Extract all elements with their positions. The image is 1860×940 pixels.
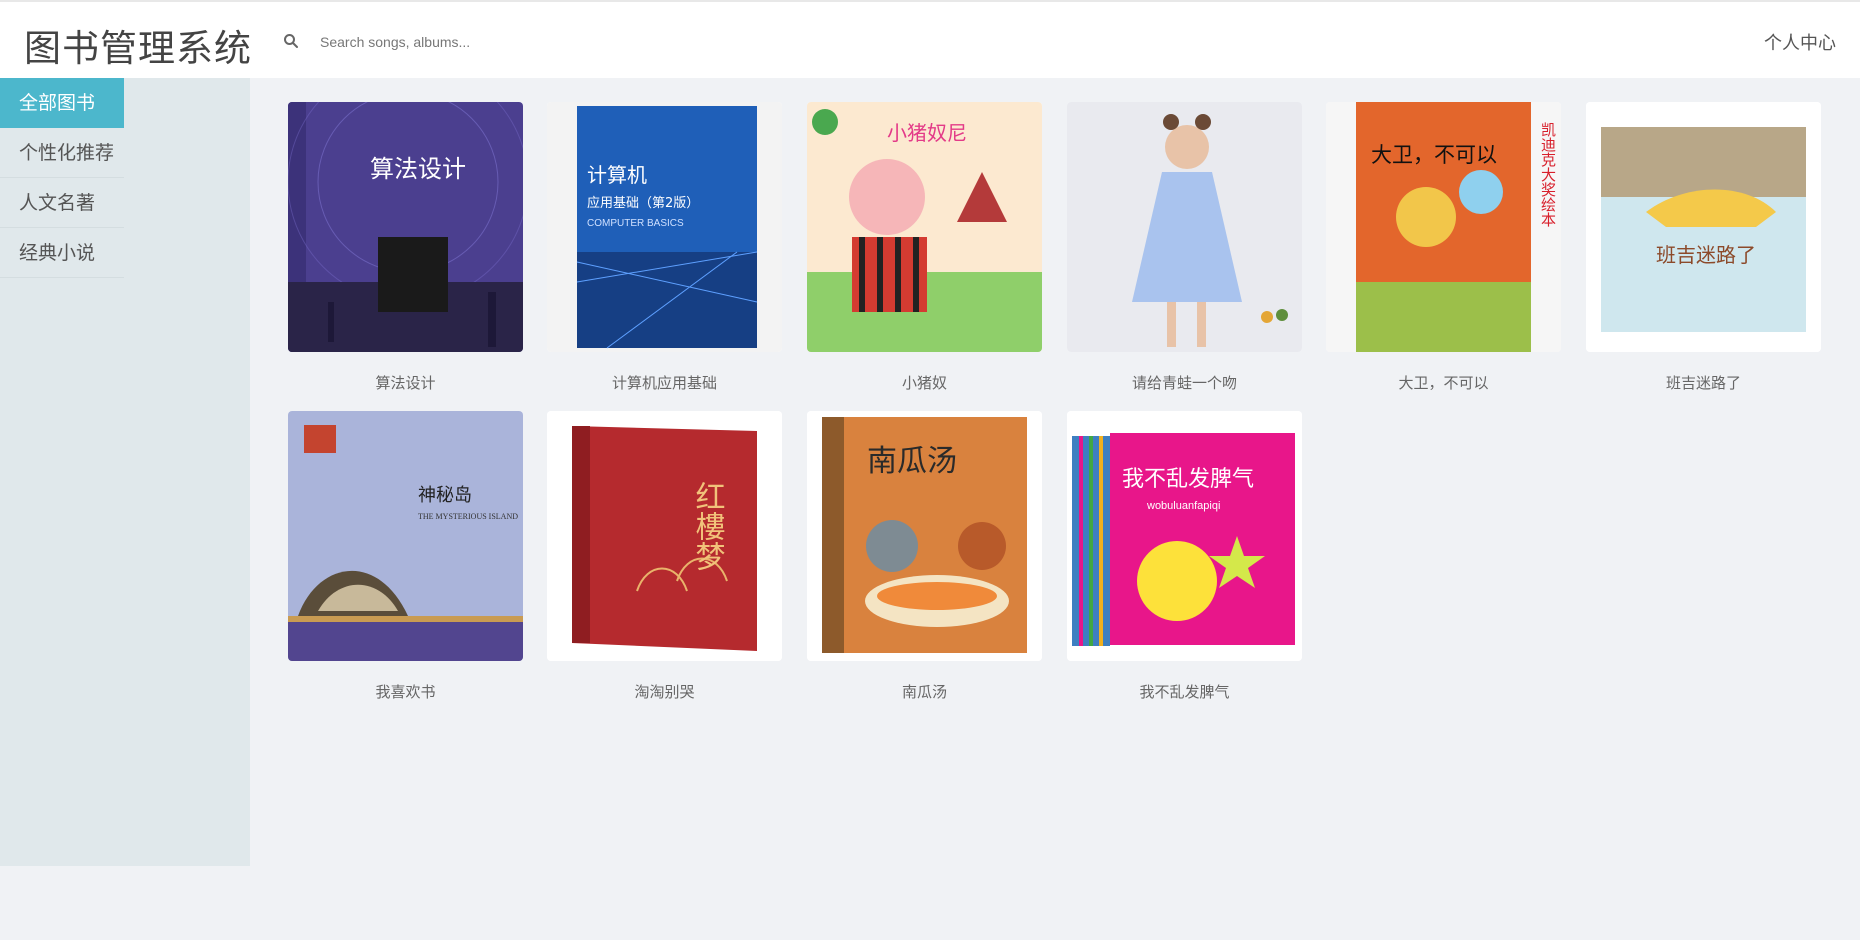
book-title[interactable]: 小猪奴 bbox=[807, 372, 1042, 393]
book-card[interactable]: 小猪奴尼 小猪奴 bbox=[807, 102, 1042, 393]
book-card[interactable]: 神秘岛 THE MYSTERIOUS ISLAND 我喜欢书 bbox=[288, 411, 523, 702]
cover-title: 小猪奴尼 bbox=[887, 121, 967, 145]
app-title: 图书管理系统 bbox=[24, 27, 252, 70]
book-title[interactable]: 班吉迷路了 bbox=[1586, 372, 1821, 393]
book-card[interactable]: 计算机 应用基础（第2版） COMPUTER BASICS 计算机应用基础 bbox=[547, 102, 782, 393]
book-cover-art: 计算机 应用基础（第2版） COMPUTER BASICS bbox=[547, 102, 782, 352]
book-cover[interactable]: 神秘岛 THE MYSTERIOUS ISLAND bbox=[288, 411, 523, 661]
book-cover[interactable]: 大卫，不可以 凯迪克大奖绘本 bbox=[1326, 102, 1561, 352]
cover-title: 神秘岛 bbox=[418, 485, 472, 506]
book-cover-art: 大卫，不可以 凯迪克大奖绘本 bbox=[1326, 102, 1561, 352]
book-title[interactable]: 请给青蛙一个吻 bbox=[1067, 372, 1302, 393]
cover-title: 红樓梦 bbox=[690, 481, 726, 571]
sidebar-item-recommend[interactable]: 个性化推荐 bbox=[0, 128, 124, 178]
book-cover-art: 算法设计 bbox=[288, 102, 523, 352]
book-cover-art: 神秘岛 THE MYSTERIOUS ISLAND bbox=[288, 411, 523, 661]
book-card[interactable]: 南瓜汤 南瓜汤 bbox=[807, 411, 1042, 702]
cover-title: 计算机 bbox=[587, 163, 647, 187]
book-title[interactable]: 淘淘别哭 bbox=[547, 681, 782, 702]
book-title[interactable]: 我喜欢书 bbox=[288, 681, 523, 702]
book-card[interactable]: 班吉迷路了 班吉迷路了 bbox=[1586, 102, 1821, 393]
sidebar-item-classic-novels[interactable]: 经典小说 bbox=[0, 228, 124, 278]
book-card[interactable]: 请给青蛙一个吻 bbox=[1067, 102, 1302, 393]
sidebar-item-humanities[interactable]: 人文名著 bbox=[0, 178, 124, 228]
book-cover[interactable]: 计算机 应用基础（第2版） COMPUTER BASICS bbox=[547, 102, 782, 352]
sidebar: 全部图书 个性化推荐 人文名著 经典小说 bbox=[0, 78, 250, 866]
book-title[interactable]: 南瓜汤 bbox=[807, 681, 1042, 702]
cover-subtitle: THE MYSTERIOUS ISLAND bbox=[418, 512, 518, 521]
book-cover-art: 我不乱发脾气 wobuluanfapiqi bbox=[1067, 411, 1302, 661]
book-card[interactable]: 我不乱发脾气 wobuluanfapiqi 我不乱发脾气 bbox=[1067, 411, 1302, 702]
cover-title: 南瓜汤 bbox=[867, 444, 957, 479]
book-cover[interactable]: 南瓜汤 bbox=[807, 411, 1042, 661]
cover-title: 班吉迷路了 bbox=[1656, 243, 1756, 267]
search-icon[interactable] bbox=[283, 33, 299, 49]
book-cover-art: 红樓梦 bbox=[547, 411, 782, 661]
sidebar-item-all-books[interactable]: 全部图书 bbox=[0, 78, 124, 128]
cover-title: 我不乱发脾气 bbox=[1122, 467, 1254, 492]
cover-title: 算法设计 bbox=[370, 155, 466, 183]
book-cover[interactable] bbox=[1067, 102, 1302, 352]
book-cover[interactable]: 我不乱发脾气 wobuluanfapiqi bbox=[1067, 411, 1302, 661]
book-title[interactable]: 算法设计 bbox=[288, 372, 523, 393]
book-card[interactable]: 大卫，不可以 凯迪克大奖绘本 大卫，不可以 bbox=[1326, 102, 1561, 393]
book-cover-art bbox=[1067, 102, 1302, 352]
book-title[interactable]: 我不乱发脾气 bbox=[1067, 681, 1302, 702]
svg-text:COMPUTER BASICS: COMPUTER BASICS bbox=[587, 218, 684, 229]
book-cover[interactable]: 班吉迷路了 bbox=[1586, 102, 1821, 352]
book-cover-art: 南瓜汤 bbox=[807, 411, 1042, 661]
book-cover[interactable]: 小猪奴尼 bbox=[807, 102, 1042, 352]
search-input[interactable] bbox=[320, 26, 740, 58]
cover-subtitle: wobuluanfapiqi bbox=[1146, 500, 1220, 512]
book-cover-art: 小猪奴尼 bbox=[807, 102, 1042, 352]
cover-title: 大卫，不可以 bbox=[1371, 143, 1497, 167]
book-cover[interactable]: 红樓梦 bbox=[547, 411, 782, 661]
top-header: 图书管理系统 个人中心 bbox=[0, 0, 1860, 78]
cover-subtitle: 凯迪克大奖绘本 bbox=[1539, 122, 1557, 227]
book-card[interactable]: 算法设计 算法设计 bbox=[288, 102, 523, 393]
book-title[interactable]: 计算机应用基础 bbox=[547, 372, 782, 393]
cover-subtitle: 应用基础（第2版） bbox=[587, 195, 699, 211]
book-cover[interactable]: 算法设计 bbox=[288, 102, 523, 352]
book-cover-art: 班吉迷路了 bbox=[1586, 102, 1821, 352]
user-center-link[interactable]: 个人中心 bbox=[1764, 29, 1836, 55]
book-title[interactable]: 大卫，不可以 bbox=[1326, 372, 1561, 393]
book-card[interactable]: 红樓梦 淘淘别哭 bbox=[547, 411, 782, 702]
